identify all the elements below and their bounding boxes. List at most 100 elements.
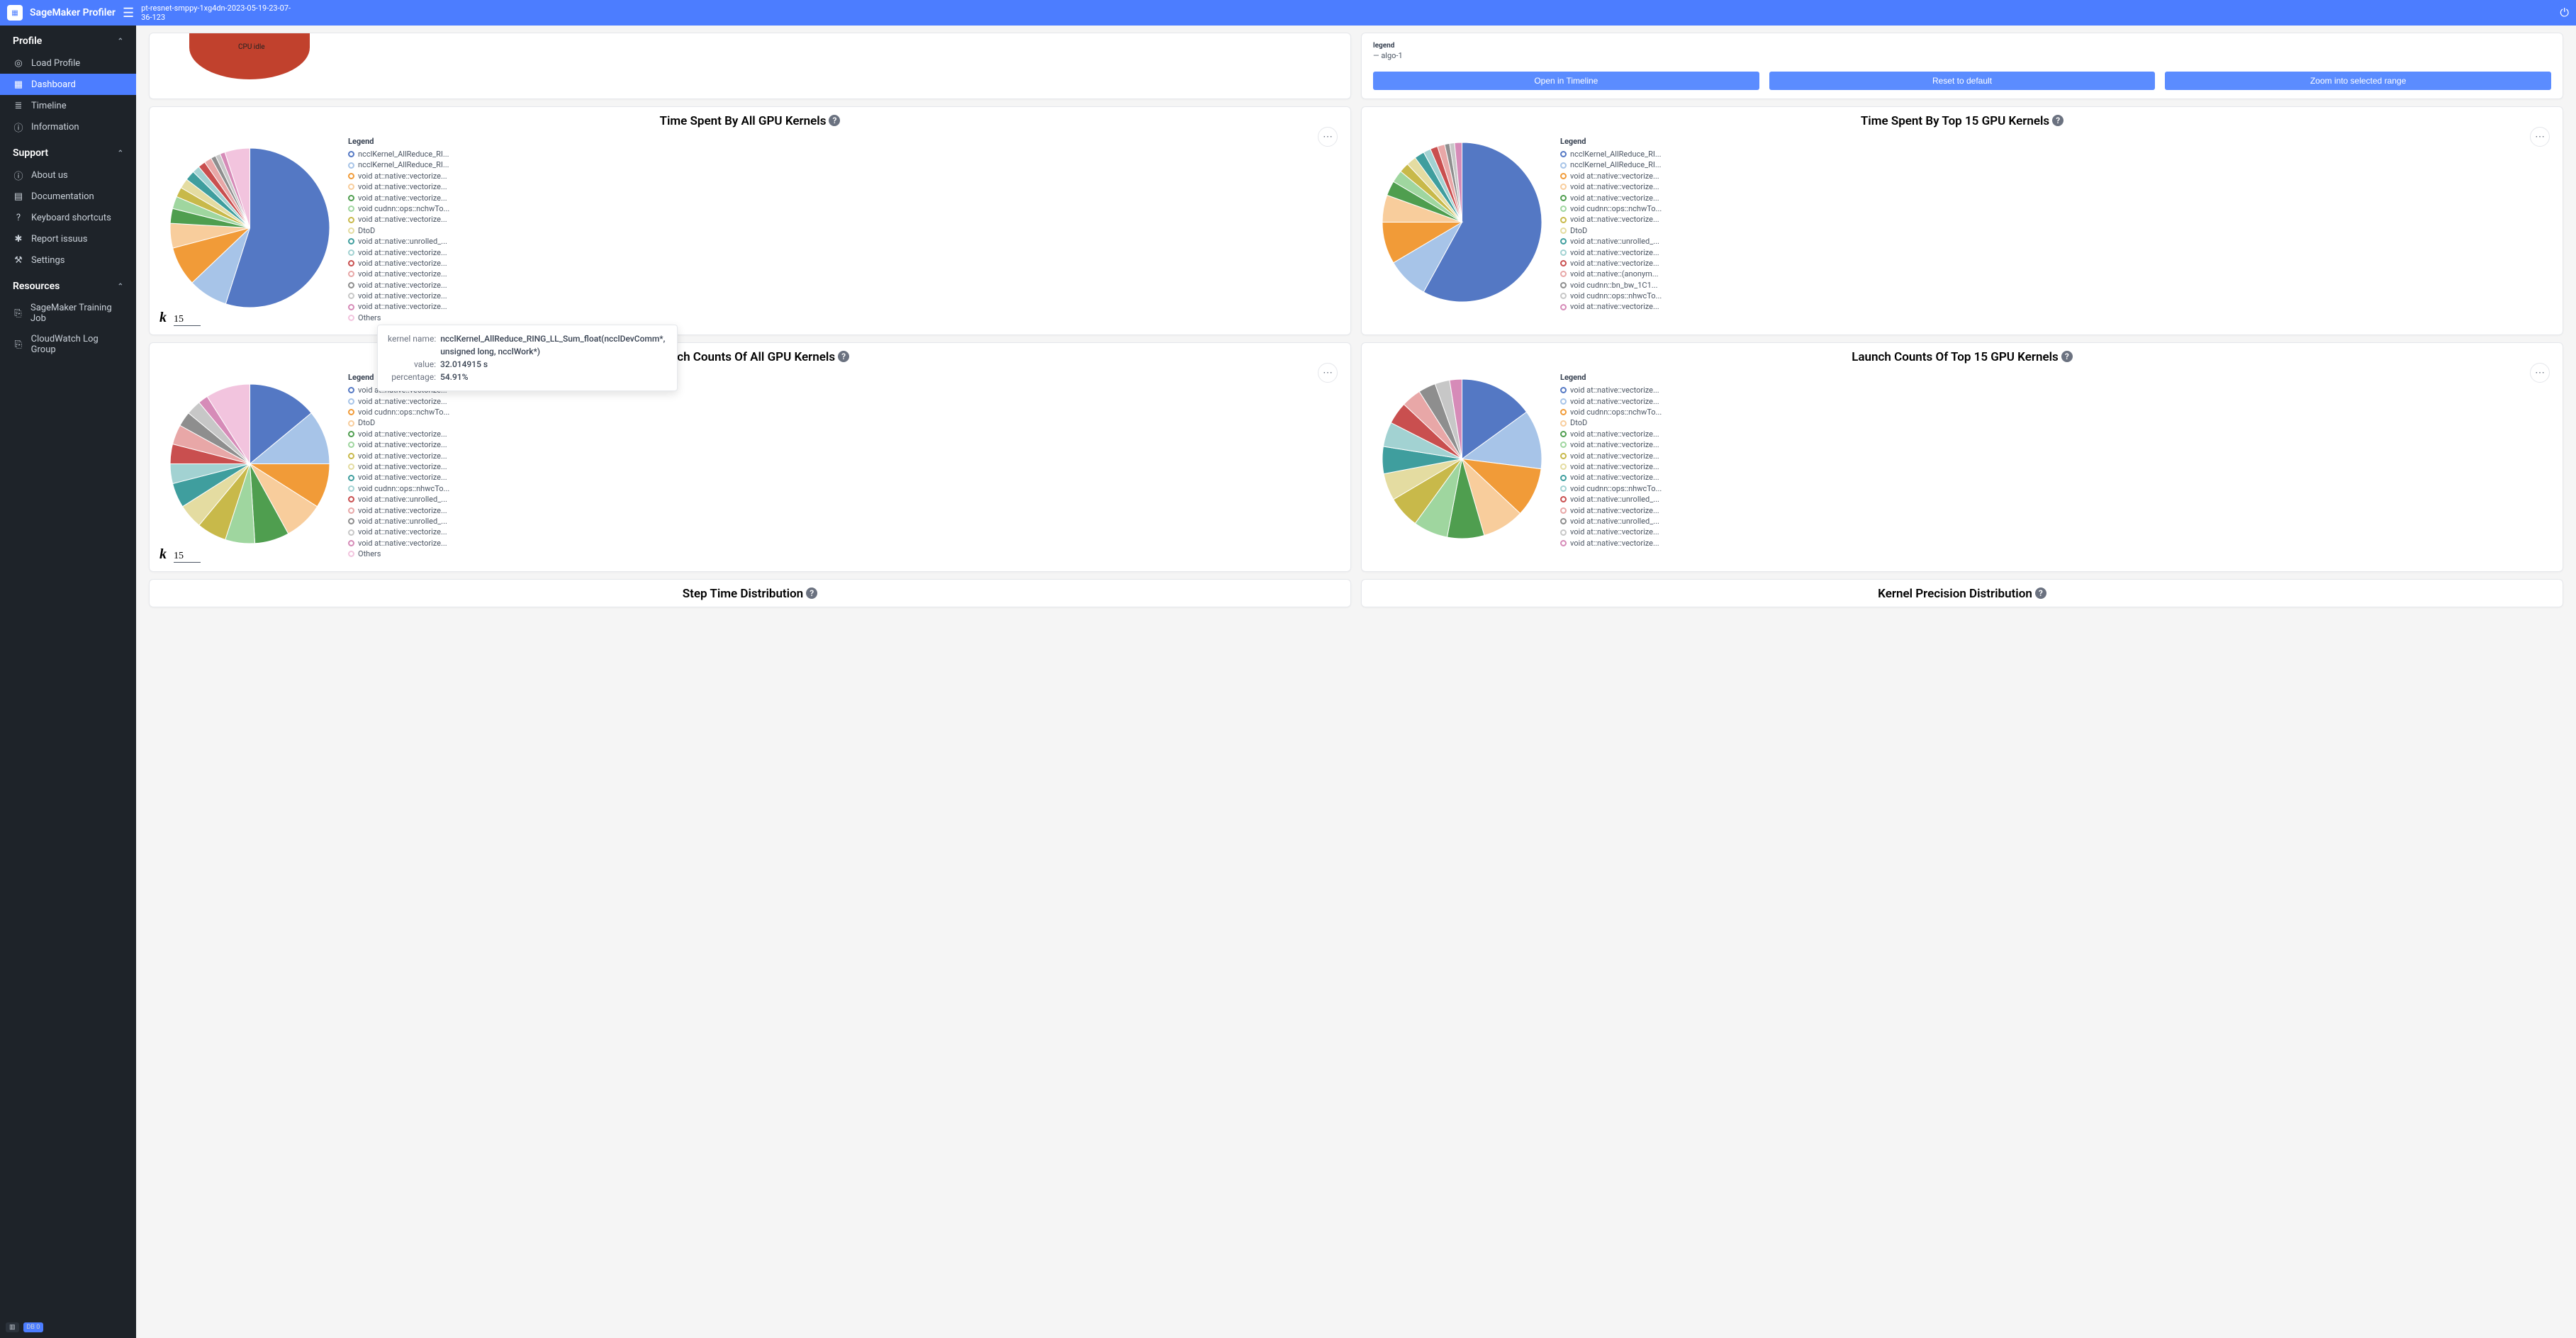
legend-label: void at::native::vectorize... — [1570, 171, 1659, 181]
hamburger-icon[interactable]: ☰ — [123, 6, 134, 21]
legend-item[interactable]: ncclKernel_AllReduce_RI... — [348, 159, 461, 170]
legend-item[interactable]: void at::native::vectorize... — [1560, 396, 1674, 407]
legend-item[interactable]: void at::native::vectorize... — [348, 538, 461, 549]
legend-item[interactable]: void at::native::unrolled_... — [1560, 236, 1674, 247]
legend-item[interactable]: void at::native::unrolled_... — [348, 236, 461, 247]
legend-item[interactable]: void at::native::vectorize... — [348, 396, 461, 407]
sidebar-item-dashboard[interactable]: ▦Dashboard — [0, 74, 136, 95]
legend-item[interactable]: void at::native::vectorize... — [348, 429, 461, 439]
legend-item[interactable]: void at::native::vectorize... — [348, 505, 461, 516]
sidebar-section-profile[interactable]: Profile ⌃ — [0, 26, 136, 52]
sidebar-item-report-issuus[interactable]: ✱Report issuus — [0, 228, 136, 249]
legend-item[interactable]: void at::native::vectorize... — [1560, 472, 1674, 483]
help-icon[interactable]: ? — [806, 588, 817, 599]
legend-item[interactable]: void at::native::vectorize... — [1560, 451, 1674, 461]
legend-item[interactable]: DtoD — [1560, 225, 1674, 236]
legend-item[interactable]: void at::native::vectorize... — [348, 171, 461, 181]
legend-item[interactable]: void at::native::vectorize... — [1560, 247, 1674, 258]
legend-item[interactable]: void at::native::vectorize... — [348, 472, 461, 483]
sidebar-section-resources[interactable]: Resources ⌃ — [0, 271, 136, 298]
legend-item[interactable]: void at::native::vectorize... — [348, 301, 461, 312]
help-icon[interactable]: ? — [838, 351, 849, 362]
legend-item[interactable]: void at::native::vectorize... — [1560, 439, 1674, 450]
footer-db-badge[interactable]: DB 0 — [23, 1322, 44, 1332]
legend-item[interactable]: void at::native::vectorize... — [348, 193, 461, 203]
legend-item[interactable]: Others — [348, 549, 461, 559]
pie-chart[interactable] — [161, 369, 338, 559]
legend-item[interactable]: void at::native::unrolled_... — [1560, 494, 1674, 505]
chart-menu-button[interactable]: ⋯ — [2530, 127, 2550, 147]
help-icon[interactable]: ? — [829, 115, 840, 126]
legend-item[interactable]: void at::native::vectorize... — [348, 258, 461, 269]
pie-chart[interactable] — [1373, 369, 1550, 549]
k-value-input[interactable] — [174, 314, 201, 326]
sidebar-item-about-us[interactable]: ⓘAbout us — [0, 164, 136, 186]
legend-item[interactable]: void at::native::vectorize... — [348, 291, 461, 301]
legend-label: void at::native::vectorize... — [1570, 538, 1659, 549]
sidebar-item-timeline[interactable]: ≣Timeline — [0, 95, 136, 116]
help-icon[interactable]: ? — [2052, 115, 2063, 126]
sidebar-item-settings[interactable]: ⚒Settings — [0, 249, 136, 271]
legend-item[interactable]: void at::native::unrolled_... — [1560, 516, 1674, 527]
legend-item[interactable]: DtoD — [348, 417, 461, 428]
legend-item[interactable]: void at::native::vectorize... — [348, 280, 461, 291]
legend-item[interactable]: DtoD — [348, 225, 461, 236]
legend-item[interactable]: void at::native::unrolled_... — [348, 494, 461, 505]
sidebar-item-load-profile[interactable]: ◎Load Profile — [0, 52, 136, 74]
sidebar-item-sagemaker-training-job[interactable]: ⎘SageMaker Training Job — [0, 298, 136, 329]
legend-item[interactable]: void at::native::vectorize... — [348, 527, 461, 537]
legend-item[interactable]: void at::native::vectorize... — [1560, 301, 1674, 312]
sidebar-item-information[interactable]: ⓘInformation — [0, 116, 136, 137]
legend-item[interactable]: void cudnn::bn_bw_1C1... — [1560, 280, 1674, 291]
legend-label: void at::native::vectorize... — [1570, 429, 1659, 439]
help-icon[interactable]: ? — [2035, 588, 2046, 599]
legend-item[interactable]: ncclKernel_AllReduce_RI... — [348, 149, 461, 159]
legend-item[interactable]: void cudnn::ops::nhwcTo... — [1560, 291, 1674, 301]
legend-item[interactable]: void cudnn::ops::nchwTo... — [348, 407, 461, 417]
reset-to-default-button[interactable]: Reset to default — [1769, 72, 2156, 90]
legend-item[interactable]: void at::native::vectorize... — [348, 247, 461, 258]
legend-swatch-icon — [348, 315, 354, 321]
legend-item[interactable]: void at::native::vectorize... — [1560, 193, 1674, 203]
footer-chart-icon[interactable]: ▥ — [6, 1322, 19, 1332]
legend-item[interactable]: void at::native::unrolled_... — [348, 516, 461, 527]
legend-item[interactable]: void at::native::vectorize... — [348, 451, 461, 461]
legend-item[interactable]: void cudnn::ops::nchwTo... — [348, 203, 461, 214]
legend-item[interactable]: void at::native::vectorize... — [1560, 385, 1674, 395]
legend-item[interactable]: DtoD — [1560, 417, 1674, 428]
legend-item[interactable]: void at::native::vectorize... — [1560, 538, 1674, 549]
legend-item[interactable]: void at::native::vectorize... — [348, 439, 461, 450]
chart-menu-button[interactable]: ⋯ — [1318, 127, 1338, 147]
power-icon[interactable]: ⏻ — [2560, 6, 2569, 20]
legend-item[interactable]: void at::native::vectorize... — [1560, 171, 1674, 181]
pie-chart[interactable] — [161, 133, 338, 323]
k-value-input[interactable] — [174, 551, 201, 563]
pie-chart[interactable] — [1373, 133, 1550, 313]
legend-item[interactable]: void at::native::vectorize... — [348, 214, 461, 225]
open-in-timeline-button[interactable]: Open in Timeline — [1373, 72, 1759, 90]
legend-item[interactable]: ncclKernel_AllReduce_RI... — [1560, 159, 1674, 170]
legend-item[interactable]: void cudnn::ops::nhwcTo... — [348, 483, 461, 494]
legend-item[interactable]: ncclKernel_AllReduce_RI... — [1560, 149, 1674, 159]
sidebar-item-keyboard-shortcuts[interactable]: ?Keyboard shortcuts — [0, 207, 136, 228]
legend-item[interactable]: void at::native::vectorize... — [1560, 461, 1674, 472]
legend-item[interactable]: void cudnn::ops::nchwTo... — [1560, 203, 1674, 214]
legend-item[interactable]: void cudnn::ops::nhwcTo... — [1560, 483, 1674, 494]
zoom-selected-range-button[interactable]: Zoom into selected range — [2165, 72, 2551, 90]
sidebar-section-support[interactable]: Support ⌃ — [0, 137, 136, 164]
help-icon[interactable]: ? — [2061, 351, 2073, 362]
legend-item[interactable]: void at::native::vectorize... — [1560, 181, 1674, 192]
legend-item[interactable]: void at::native::vectorize... — [348, 461, 461, 472]
legend-item[interactable]: void at::native::vectorize... — [348, 269, 461, 279]
sidebar-item-cloudwatch-log-group[interactable]: ⎘CloudWatch Log Group — [0, 329, 136, 360]
legend-item[interactable]: Others — [348, 313, 461, 323]
legend-item[interactable]: void at::native::(anonym... — [1560, 269, 1674, 279]
legend-item[interactable]: void cudnn::ops::nchwTo... — [1560, 407, 1674, 417]
sidebar-item-documentation[interactable]: ▤Documentation — [0, 186, 136, 207]
legend-item[interactable]: void at::native::vectorize... — [1560, 214, 1674, 225]
legend-item[interactable]: void at::native::vectorize... — [1560, 505, 1674, 516]
legend-item[interactable]: void at::native::vectorize... — [1560, 429, 1674, 439]
legend-item[interactable]: void at::native::vectorize... — [1560, 258, 1674, 269]
legend-item[interactable]: void at::native::vectorize... — [1560, 527, 1674, 537]
legend-item[interactable]: void at::native::vectorize... — [348, 181, 461, 192]
